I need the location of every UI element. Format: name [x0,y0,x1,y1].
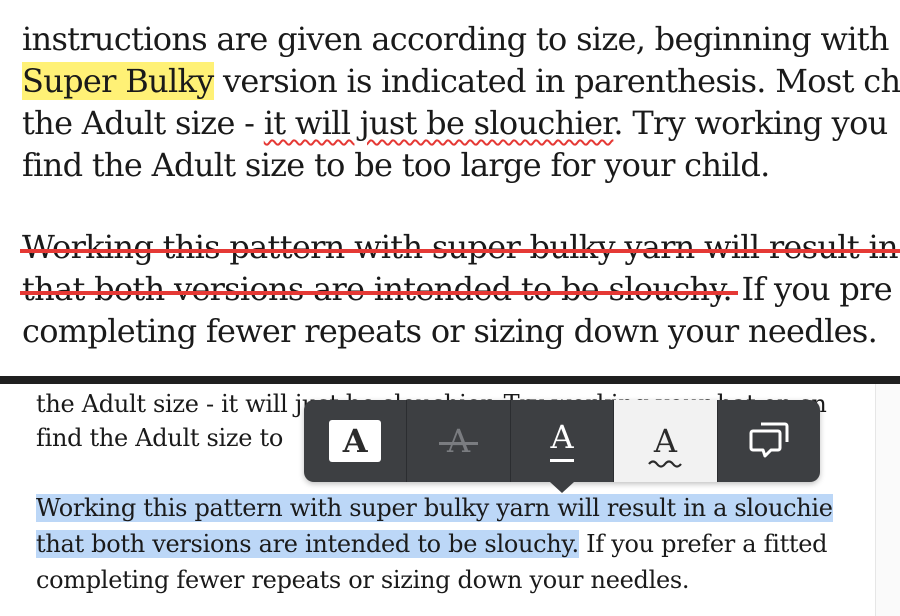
underline-icon: A [550,421,574,462]
text-run: If you pre [731,270,892,308]
text-run: completing fewer repeats or sizing down … [22,312,878,350]
text-line: completing fewer repeats or sizing down … [36,564,690,596]
highlight-button[interactable]: A [304,400,406,482]
comment-button[interactable] [716,400,820,482]
squiggle-glyph-letter: A [653,422,677,460]
annotated-text-panel: instructions are given according to size… [0,0,900,376]
squiggly-underline-button[interactable]: A [613,400,717,482]
strikethrough-icon: A [439,422,479,460]
text-line: that both versions are intended to be sl… [36,528,828,560]
text-run: instructions are given according to size… [22,20,890,58]
text-line: that both versions are intended to be sl… [20,268,893,310]
comment-icon [749,422,789,460]
annotation-toolbar: A A A A [304,400,820,482]
scroll-gutter[interactable] [875,384,900,616]
text-run: completing fewer repeats or sizing down … [36,566,690,594]
underline-button[interactable]: A [509,400,613,482]
squiggly-underline-icon: A [648,422,682,468]
yellow-highlight-annotation[interactable]: Super Bulky [22,62,214,100]
text-line: find the Adult size to [36,422,283,454]
toolbar-pointer [550,482,574,493]
text-line: the Adult size - it will just be slouchi… [22,102,888,144]
text-line: Super Bulky version is indicated in pare… [22,60,900,102]
text-line: Working this pattern with super bulky ya… [36,492,833,524]
strikethrough-annotation[interactable]: that both versions are intended to be sl… [20,268,738,310]
text-line: find the Adult size to be too large for … [22,144,770,186]
selected-text[interactable]: that both versions are intended to be sl… [36,530,579,558]
strikethrough-button[interactable]: A [406,400,509,482]
text-run: . Try working you [613,104,888,142]
text-run: If you prefer a fitted [578,530,828,558]
squiggly-underline-annotation[interactable]: it will just be slouchier [264,104,614,142]
text-run: find the Adult size to [36,424,284,452]
strikethrough-annotation[interactable]: Working this pattern with super bulky ya… [20,226,900,268]
text-line: instructions are given according to size… [22,18,890,60]
text-line: Working this pattern with super bulky ya… [20,226,900,268]
text-run: the Adult size - [22,104,264,142]
panel-divider [0,376,900,384]
selected-text[interactable]: Working this pattern with super bulky ya… [36,494,833,522]
text-line: completing fewer repeats or sizing down … [22,310,878,352]
highlight-icon: A [329,420,382,462]
text-run: find the Adult size to be too large for … [22,146,770,184]
text-run: version is indicated in parenthesis. Mos… [213,62,900,100]
